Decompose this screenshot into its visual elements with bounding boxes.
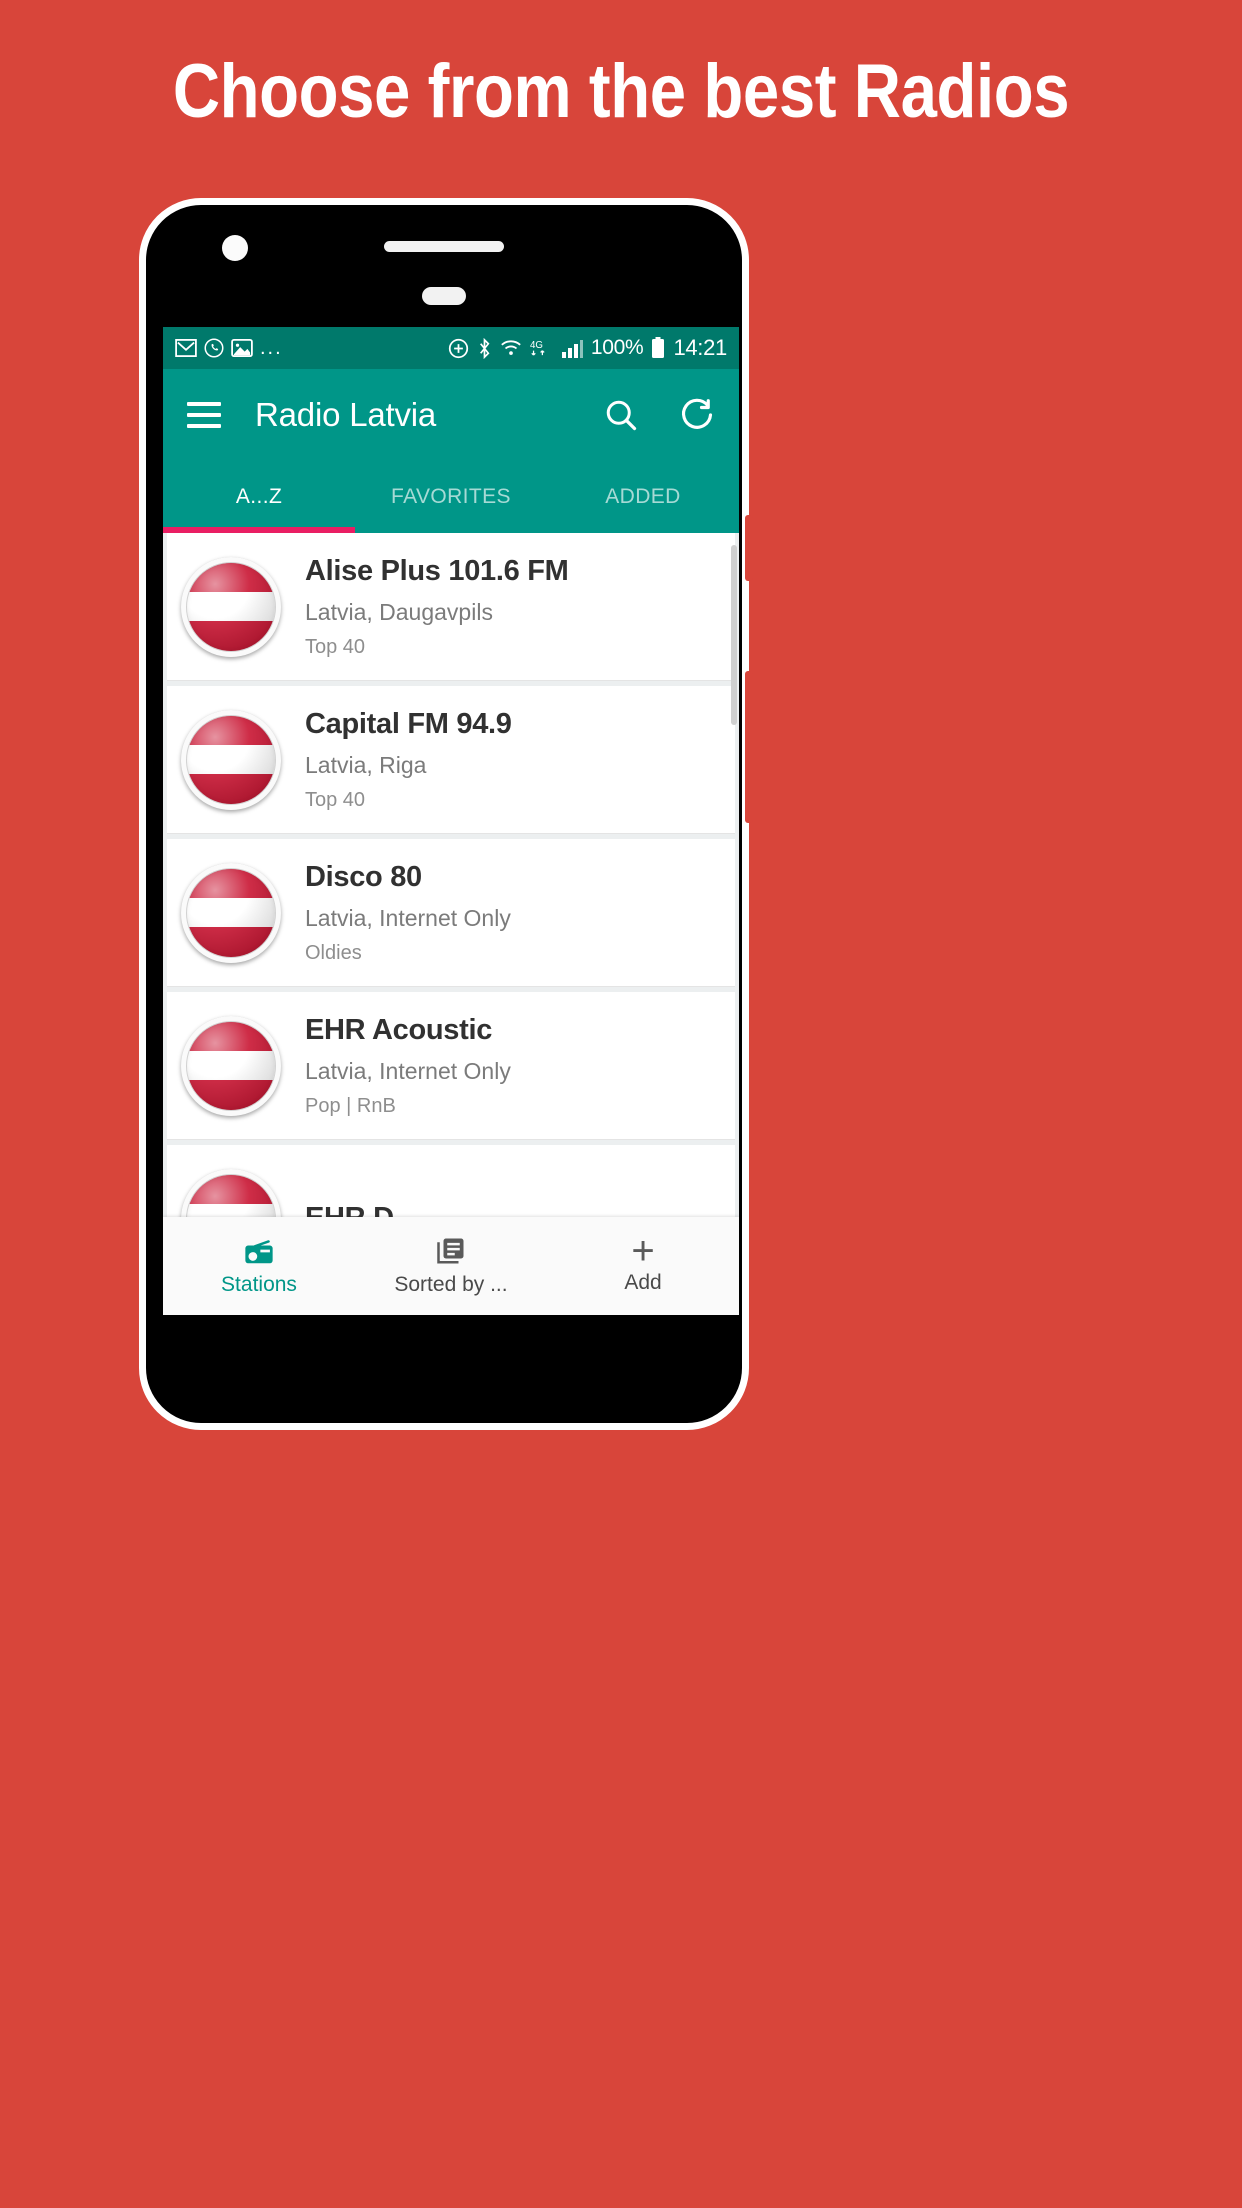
- nav-item-add[interactable]: + Add: [547, 1228, 739, 1295]
- battery-percent-label: 100%: [590, 336, 644, 359]
- nav-label: Add: [624, 1270, 662, 1294]
- photo-icon: [231, 339, 253, 357]
- station-list[interactable]: Alise Plus 101.6 FM Latvia, Daugavpils T…: [163, 533, 739, 1315]
- latvia-flag-icon: [181, 862, 281, 963]
- tab-added[interactable]: ADDED: [547, 461, 739, 533]
- station-genre: Top 40: [305, 635, 366, 658]
- tab-label: FAVORITES: [391, 485, 511, 508]
- location-add-icon: [448, 338, 469, 358]
- station-name: Alise Plus 101.6 FM: [305, 554, 569, 587]
- search-icon[interactable]: [603, 397, 639, 433]
- radio-icon: [245, 1239, 273, 1263]
- nav-label: Sorted by ...: [394, 1272, 508, 1296]
- tab-label: A...Z: [235, 485, 283, 508]
- phone-screen: ... 4G 100% 14:21 Radio Latvia A...Z FAV…: [163, 327, 739, 1315]
- wifi-icon: [501, 339, 521, 355]
- station-location: Latvia, Daugavpils: [305, 598, 493, 625]
- station-name: Capital FM 94.9: [305, 707, 512, 740]
- list-item[interactable]: Capital FM 94.9 Latvia, Riga Top 40: [167, 686, 735, 834]
- battery-icon: [652, 337, 665, 358]
- more-notifications-icon: ...: [260, 337, 283, 359]
- station-genre: Pop | RnB: [305, 1094, 396, 1117]
- sensor-notch: [422, 287, 466, 305]
- station-location: Latvia, Internet Only: [305, 904, 511, 931]
- signal-bars-icon: [561, 339, 583, 358]
- list-item[interactable]: Alise Plus 101.6 FM Latvia, Daugavpils T…: [167, 533, 735, 681]
- station-genre: Top 40: [305, 788, 366, 811]
- app-bar: Radio Latvia: [163, 369, 739, 461]
- list-scrollbar[interactable]: [731, 545, 737, 725]
- hamburger-menu-icon[interactable]: [187, 402, 221, 428]
- status-bar: ... 4G 100% 14:21: [163, 327, 739, 369]
- phone-mockup: ... 4G 100% 14:21 Radio Latvia A...Z FAV…: [139, 198, 753, 1430]
- tab-favorites[interactable]: FAVORITES: [355, 461, 547, 533]
- station-genre: Oldies: [305, 941, 362, 964]
- earpiece-speaker: [384, 241, 504, 252]
- library-books-icon: [437, 1238, 464, 1263]
- station-location: Latvia, Riga: [305, 751, 427, 778]
- clock-label: 14:21: [673, 335, 727, 360]
- tab-a-z[interactable]: A...Z: [163, 461, 355, 533]
- app-title: Radio Latvia: [255, 396, 437, 433]
- gmail-icon: [175, 339, 197, 357]
- svg-text:4G: 4G: [530, 340, 543, 351]
- front-camera-icon: [222, 235, 248, 261]
- plus-icon: +: [631, 1228, 655, 1273]
- list-item[interactable]: EHR Acoustic Latvia, Internet Only Pop |…: [167, 992, 735, 1140]
- whatsapp-icon: [204, 338, 224, 358]
- latvia-flag-icon: [181, 1015, 281, 1116]
- power-button[interactable]: [745, 515, 753, 581]
- latvia-flag-icon: [181, 556, 281, 657]
- bottom-navigation: Stations Sorted by ... + Add: [163, 1217, 739, 1315]
- page-title: Choose from the best Radios: [172, 49, 1070, 134]
- list-item[interactable]: Disco 80 Latvia, Internet Only Oldies: [167, 839, 735, 987]
- nav-item-stations[interactable]: Stations: [163, 1236, 355, 1297]
- bluetooth-icon: [479, 337, 490, 359]
- nav-item-sorted-by[interactable]: Sorted by ...: [355, 1236, 547, 1297]
- refresh-icon[interactable]: [679, 397, 715, 433]
- nav-label: Stations: [221, 1272, 297, 1296]
- station-name: Disco 80: [305, 860, 422, 893]
- volume-button[interactable]: [745, 671, 753, 823]
- latvia-flag-icon: [181, 709, 281, 810]
- 4g-data-icon: 4G: [530, 340, 545, 356]
- station-location: Latvia, Internet Only: [305, 1057, 511, 1084]
- tab-bar: A...Z FAVORITES ADDED: [163, 461, 739, 533]
- tab-label: ADDED: [605, 485, 681, 508]
- station-name: EHR Acoustic: [305, 1013, 493, 1046]
